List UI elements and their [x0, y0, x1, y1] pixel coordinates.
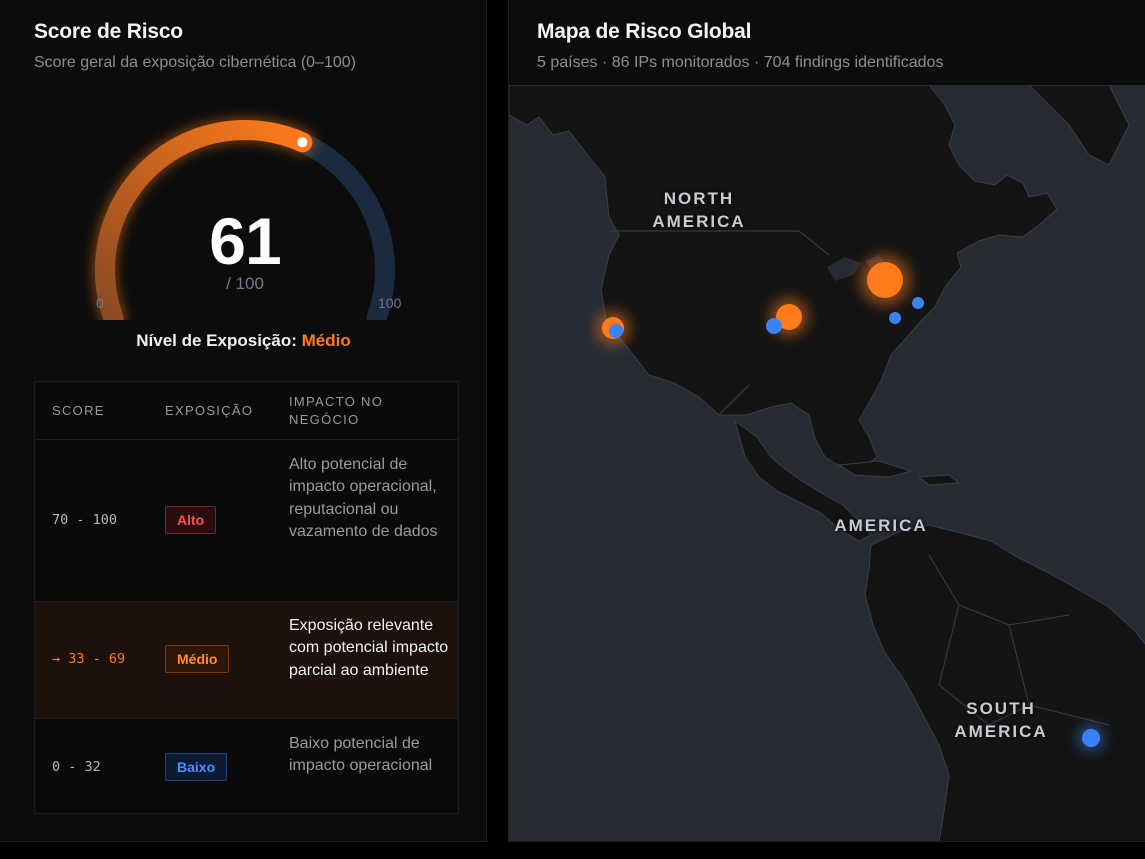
gauge-indicator-dot — [297, 137, 308, 148]
map-label-central-america: AMERICA — [834, 516, 928, 535]
table-header: SCORE EXPOSIÇÃO IMPACTO NO NEGÓCIO — [35, 382, 458, 440]
risk-dot-blue[interactable] — [1082, 729, 1100, 747]
score-panel-title: Score de Risco — [34, 20, 183, 43]
global-risk-map-panel: Mapa de Risco Global 5 países · 86 IPs m… — [508, 0, 1145, 842]
risk-dot-orange[interactable] — [867, 262, 903, 298]
score-panel-subtitle: Score geral da exposição cibernética (0–… — [34, 54, 356, 71]
map-label-south: SOUTH — [966, 699, 1036, 718]
row-score-range: 0 - 32 — [52, 759, 101, 775]
risk-dot-blue[interactable] — [609, 324, 623, 338]
risk-dot-blue[interactable] — [889, 312, 901, 324]
map-label-north: NORTH — [663, 189, 735, 208]
map-panel-subtitle: 5 países · 86 IPs monitorados · 704 find… — [537, 54, 944, 71]
map-label-north-america: NORTH AMERICA — [647, 187, 751, 233]
row-impact-text: Exposição relevante com potencial impact… — [289, 617, 449, 679]
risk-dot-blue[interactable] — [766, 318, 782, 334]
exposure-level-line: Nível de Exposição: Médio — [0, 331, 487, 351]
risk-gauge: 61 / 100 0 100 — [75, 100, 415, 320]
map-panel-title: Mapa de Risco Global — [537, 20, 752, 43]
map-label-south-america: SOUTH AMERICA — [949, 697, 1053, 743]
header-business-impact: IMPACTO NO NEGÓCIO — [289, 394, 384, 427]
gauge-score-value: 61 — [209, 204, 281, 278]
exposure-badge-high: Alto — [165, 506, 217, 534]
row-impact-text: Alto potencial de impacto operacional, r… — [289, 456, 438, 540]
row-score-range: 70 - 100 — [52, 512, 118, 528]
header-score: SCORE — [52, 403, 105, 418]
exposure-level-label: Nível de Exposição: — [136, 331, 297, 350]
gauge-score-max: / 100 — [226, 274, 264, 293]
header-exposure: EXPOSIÇÃO — [165, 403, 254, 418]
map-label-america: AMERICA — [954, 722, 1048, 741]
exposure-level-value: Médio — [301, 331, 351, 350]
exposure-badge-low: Baixo — [165, 753, 228, 781]
table-row-high: 70 - 100 Alto Alto potencial de impacto … — [35, 440, 458, 602]
risk-level-table: SCORE EXPOSIÇÃO IMPACTO NO NEGÓCIO 70 - … — [34, 381, 459, 814]
row-score-range: → 33 - 69 — [52, 651, 126, 667]
gauge-max-label: 100 — [378, 295, 402, 311]
map-label-america: AMERICA — [652, 212, 746, 231]
table-row-medium-active: → 33 - 69 Médio Exposição relevante com … — [35, 602, 458, 719]
risk-score-panel: Score de Risco Score geral da exposição … — [0, 0, 487, 842]
risk-dot-blue[interactable] — [912, 297, 924, 309]
row-impact-text: Baixo potencial de impacto operacional — [289, 735, 433, 775]
table-row-low: 0 - 32 Baixo Baixo potencial de impacto … — [35, 719, 458, 814]
gauge-min-label: 0 — [96, 295, 104, 311]
exposure-badge-medium: Médio — [165, 645, 230, 673]
